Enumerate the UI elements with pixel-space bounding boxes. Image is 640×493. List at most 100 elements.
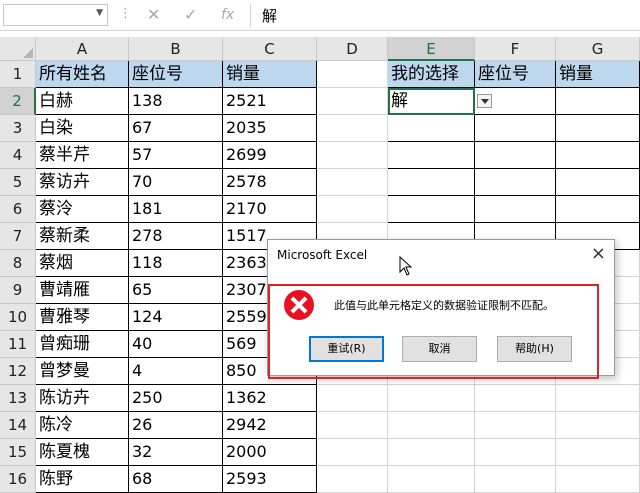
enter-icon[interactable]: ✓: [184, 5, 197, 24]
cell-d1[interactable]: [317, 61, 388, 88]
row-header-10[interactable]: 10: [0, 304, 36, 331]
cell-a13[interactable]: 陈访卉: [36, 385, 129, 412]
cell-c15[interactable]: 2000: [223, 439, 317, 466]
cell-d5[interactable]: [317, 169, 388, 196]
row-header-13[interactable]: 13: [0, 385, 36, 412]
column-header-g[interactable]: G: [556, 37, 640, 61]
cell-c6[interactable]: 2170: [223, 196, 317, 223]
cell-a8[interactable]: 蔡烟: [36, 250, 129, 277]
cell-e3[interactable]: [388, 115, 475, 142]
cell-b5[interactable]: 70: [129, 169, 223, 196]
cell-b11[interactable]: 40: [129, 331, 223, 358]
cell-a15[interactable]: 陈夏槐: [36, 439, 129, 466]
cell-f14[interactable]: [475, 412, 556, 439]
cell-e1[interactable]: 我的选择: [388, 61, 475, 88]
cell-c4[interactable]: 2699: [223, 142, 317, 169]
cell-b2[interactable]: 138: [129, 88, 223, 115]
cell-f13[interactable]: [475, 385, 556, 412]
cell-g15[interactable]: [556, 439, 640, 466]
cell-e6[interactable]: [388, 196, 475, 223]
row-header-6[interactable]: 6: [0, 196, 36, 223]
cell-e2[interactable]: 解: [388, 88, 475, 115]
row-header-11[interactable]: 11: [0, 331, 36, 358]
column-header-b[interactable]: B: [129, 37, 223, 61]
close-icon[interactable]: ×: [591, 243, 606, 264]
column-header-e[interactable]: E: [388, 37, 475, 61]
column-header-f[interactable]: F: [475, 37, 556, 61]
cell-d2[interactable]: [317, 88, 388, 115]
cell-e15[interactable]: [388, 439, 475, 466]
cell-c5[interactable]: 2578: [223, 169, 317, 196]
cell-g6[interactable]: [556, 196, 640, 223]
cell-b1[interactable]: 座位号: [129, 61, 223, 88]
cell-g1[interactable]: 销量: [556, 61, 640, 88]
cell-c3[interactable]: 2035: [223, 115, 317, 142]
row-header-1[interactable]: 1: [0, 61, 36, 88]
formula-input[interactable]: 解: [262, 5, 277, 26]
cell-e13[interactable]: [388, 385, 475, 412]
chevron-down-icon[interactable]: ▼: [96, 8, 103, 18]
cell-b15[interactable]: 32: [129, 439, 223, 466]
column-header-d[interactable]: D: [317, 37, 388, 61]
cell-g13[interactable]: [556, 385, 640, 412]
row-header-5[interactable]: 5: [0, 169, 36, 196]
cell-b6[interactable]: 181: [129, 196, 223, 223]
cancel-button[interactable]: 取消: [402, 336, 477, 362]
name-box[interactable]: ▼: [3, 4, 108, 26]
cell-a6[interactable]: 蔡泠: [36, 196, 129, 223]
cell-d6[interactable]: [317, 196, 388, 223]
cell-a3[interactable]: 白染: [36, 115, 129, 142]
cell-a7[interactable]: 蔡新柔: [36, 223, 129, 250]
cell-f4[interactable]: [475, 142, 556, 169]
cell-b13[interactable]: 250: [129, 385, 223, 412]
cell-a5[interactable]: 蔡访卉: [36, 169, 129, 196]
cell-c2[interactable]: 2521: [223, 88, 317, 115]
cell-a14[interactable]: 陈冷: [36, 412, 129, 439]
cell-b7[interactable]: 278: [129, 223, 223, 250]
insert-function-icon[interactable]: fx: [221, 7, 234, 23]
row-header-8[interactable]: 8: [0, 250, 36, 277]
cell-d4[interactable]: [317, 142, 388, 169]
validation-dropdown-button[interactable]: [477, 94, 492, 108]
cell-e14[interactable]: [388, 412, 475, 439]
cell-a2[interactable]: 白赫: [36, 88, 129, 115]
row-header-9[interactable]: 9: [0, 277, 36, 304]
cell-d15[interactable]: [317, 439, 388, 466]
cell-d13[interactable]: [317, 385, 388, 412]
cell-d14[interactable]: [317, 412, 388, 439]
cell-b8[interactable]: 118: [129, 250, 223, 277]
row-header-2[interactable]: 2: [0, 88, 36, 115]
cell-e4[interactable]: [388, 142, 475, 169]
cancel-icon[interactable]: ✕: [147, 5, 160, 24]
row-header-15[interactable]: 15: [0, 439, 36, 466]
cell-g2[interactable]: [556, 88, 640, 115]
cell-f6[interactable]: [475, 196, 556, 223]
row-header-14[interactable]: 14: [0, 412, 36, 439]
cell-b10[interactable]: 124: [129, 304, 223, 331]
cell-c13[interactable]: 1362: [223, 385, 317, 412]
cell-c14[interactable]: 2942: [223, 412, 317, 439]
cell-g5[interactable]: [556, 169, 640, 196]
cell-a9[interactable]: 曹靖雁: [36, 277, 129, 304]
row-header-3[interactable]: 3: [0, 115, 36, 142]
cell-a11[interactable]: 曾痴珊: [36, 331, 129, 358]
help-button[interactable]: 帮助(H): [497, 336, 572, 362]
cell-f1[interactable]: 座位号: [475, 61, 556, 88]
retry-button[interactable]: 重试(R): [309, 336, 384, 362]
cell-g14[interactable]: [556, 412, 640, 439]
cell-b9[interactable]: 65: [129, 277, 223, 304]
select-all-corner[interactable]: [0, 37, 36, 61]
cell-b4[interactable]: 57: [129, 142, 223, 169]
cell-f15[interactable]: [475, 439, 556, 466]
cell-g3[interactable]: [556, 115, 640, 142]
cell-a10[interactable]: 曹雅琴: [36, 304, 129, 331]
cell-a4[interactable]: 蔡半芹: [36, 142, 129, 169]
cell-b12[interactable]: 4: [129, 358, 223, 385]
row-header-7[interactable]: 7: [0, 223, 36, 250]
column-header-a[interactable]: A: [36, 37, 129, 61]
cell-f5[interactable]: [475, 169, 556, 196]
cell-g4[interactable]: [556, 142, 640, 169]
cell-e5[interactable]: [388, 169, 475, 196]
cell-d3[interactable]: [317, 115, 388, 142]
cell-a1[interactable]: 所有姓名: [36, 61, 129, 88]
